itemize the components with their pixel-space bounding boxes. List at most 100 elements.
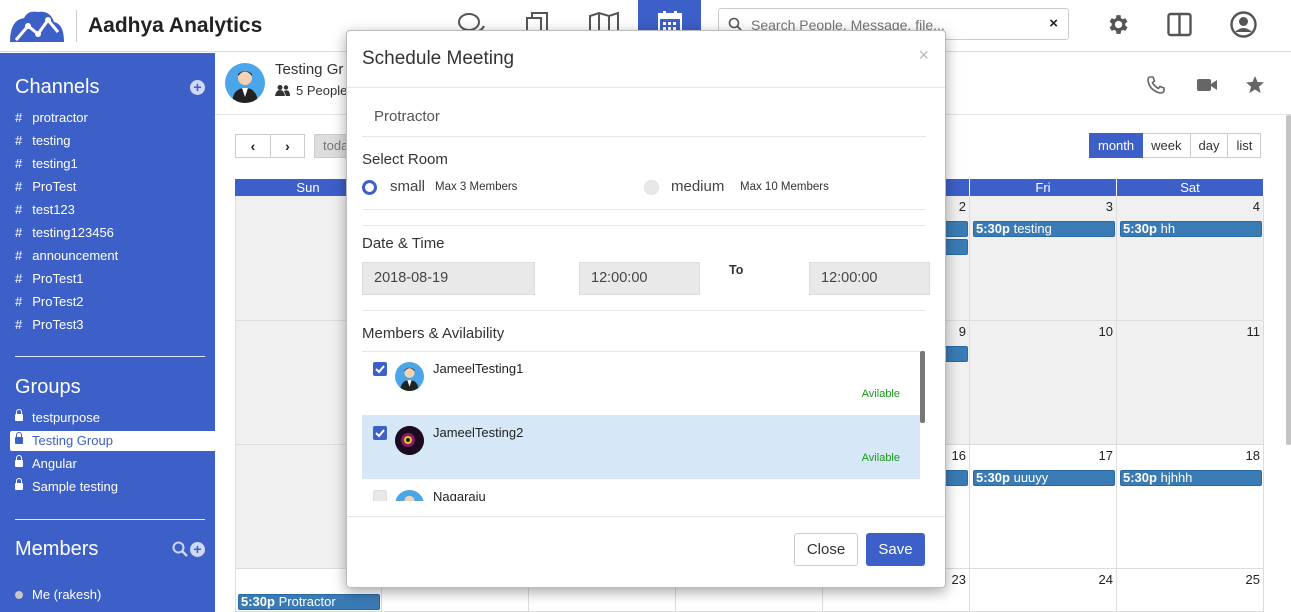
room-medium-label[interactable]: medium — [671, 178, 724, 195]
member-availability: Avilable — [861, 388, 900, 400]
view-week-button[interactable]: week — [1143, 133, 1191, 158]
member-name: JameelTesting2 — [433, 425, 524, 440]
channel-item[interactable]: # announcement — [15, 246, 118, 266]
room-small-label[interactable]: small — [390, 178, 425, 195]
phone-icon[interactable] — [1146, 75, 1166, 95]
lock-icon — [15, 478, 23, 490]
view-switcher: month week day list — [1089, 133, 1262, 158]
members-scrollbar[interactable] — [920, 351, 925, 423]
search-icon — [728, 17, 742, 31]
layout-icon[interactable] — [1167, 12, 1192, 37]
video-icon[interactable] — [1196, 75, 1218, 95]
calendar-day-cell[interactable]: 24 — [970, 569, 1117, 612]
member-checkbox[interactable] — [373, 426, 387, 440]
group-item-active[interactable]: Testing Group — [10, 431, 215, 451]
gear-icon[interactable] — [1105, 12, 1130, 37]
channel-item[interactable]: # ProTest2 — [15, 292, 84, 312]
calendar-day-cell[interactable]: 18 — [1117, 445, 1264, 569]
room-small-radio[interactable] — [362, 180, 377, 195]
calendar-header-fri: Fri — [970, 179, 1117, 196]
calendar-day-cell[interactable]: 10 — [970, 321, 1117, 445]
calendar-event[interactable]: 5:30p testing — [973, 221, 1115, 237]
view-list-button[interactable]: list — [1228, 133, 1262, 158]
search-members-icon[interactable] — [172, 541, 188, 557]
member-availability: Avilable — [861, 452, 900, 464]
avatar — [395, 362, 424, 391]
modal-divider — [362, 225, 926, 226]
member-item[interactable]: Me (rakesh) — [15, 585, 101, 605]
avatar — [395, 426, 424, 455]
to-label: To — [729, 263, 744, 277]
group-item[interactable]: Angular — [15, 454, 77, 474]
sidebar-divider — [15, 356, 205, 357]
channel-item[interactable]: # testing1 — [15, 154, 78, 174]
member-row[interactable]: JameelTesting2 Avilable — [362, 415, 920, 479]
calendar-day-cell[interactable]: 4 — [1117, 196, 1264, 321]
close-button[interactable]: Close — [794, 533, 858, 566]
channel-item[interactable]: # protractor — [15, 108, 88, 128]
status-dot-icon — [15, 591, 23, 599]
lock-icon — [15, 409, 23, 421]
calendar-event[interactable]: 5:30p uuuyy — [973, 470, 1115, 486]
channel-item[interactable]: # ProTest3 — [15, 315, 84, 335]
channel-item[interactable]: # ProTest — [15, 177, 76, 197]
members-title: Members — [15, 538, 99, 560]
calendar-event[interactable]: 5:30p Protractor — [238, 594, 380, 610]
room-medium-radio[interactable] — [644, 180, 659, 195]
member-row[interactable]: Nagaraju — [362, 479, 920, 501]
modal-title: Schedule Meeting — [362, 48, 515, 69]
group-avatar — [225, 63, 265, 103]
view-month-button[interactable]: month — [1089, 133, 1144, 158]
date-time-label: Date & Time — [362, 235, 445, 252]
check-icon — [375, 429, 385, 438]
calendar-day-cell[interactable]: 11 — [1117, 321, 1264, 445]
sidebar-divider — [15, 519, 205, 520]
lock-icon — [15, 432, 23, 444]
prev-month-button[interactable]: ‹ — [235, 134, 271, 158]
channel-item[interactable]: # testing — [15, 131, 71, 151]
calendar-day-cell[interactable]: 3 — [970, 196, 1117, 321]
channel-item[interactable]: # test123 — [15, 200, 75, 220]
modal-divider — [347, 516, 945, 517]
meeting-subject[interactable]: Protractor — [374, 108, 440, 125]
calendar-header-sat: Sat — [1117, 179, 1264, 196]
calendar-event[interactable]: 5:30p hjhhh — [1120, 470, 1262, 486]
star-icon[interactable] — [1245, 75, 1265, 95]
calendar-event[interactable]: 5:30p hh — [1120, 221, 1262, 237]
user-icon[interactable] — [1230, 11, 1257, 38]
avatar — [395, 490, 424, 501]
sidebar: Channels + # protractor # testing # testing… — [0, 53, 215, 612]
member-checkbox[interactable] — [373, 490, 387, 501]
save-button[interactable]: Save — [866, 533, 925, 566]
channels-title: Channels — [15, 76, 100, 98]
modal-close-icon[interactable]: × — [918, 45, 929, 66]
room-medium-capacity: Max 10 Members — [740, 181, 829, 193]
room-small-capacity: Max 3 Members — [435, 181, 518, 193]
schedule-meeting-modal: Schedule Meeting × Protractor Select Roo… — [346, 30, 946, 588]
start-time-field[interactable]: 12:00:00 — [579, 262, 700, 295]
add-member-icon[interactable]: + — [190, 542, 205, 557]
member-row[interactable]: JameelTesting1 Avilable — [362, 351, 920, 415]
modal-divider — [347, 87, 945, 88]
date-field[interactable]: 2018-08-19 — [362, 262, 535, 295]
members-availability-label: Members & Avilability — [362, 325, 505, 342]
channel-people-count[interactable]: 5 People — [275, 83, 347, 98]
modal-divider — [362, 310, 926, 311]
member-name: Nagaraju — [433, 489, 486, 501]
channel-item[interactable]: # ProTest1 — [15, 269, 84, 289]
clear-search-icon[interactable]: × — [1049, 15, 1058, 32]
people-icon — [275, 85, 290, 96]
modal-divider — [362, 136, 926, 137]
logo-divider — [76, 10, 77, 42]
channel-item[interactable]: # testing123456 — [15, 223, 114, 243]
add-channel-icon[interactable]: + — [190, 80, 205, 95]
end-time-field[interactable]: 12:00:00 — [809, 262, 930, 295]
next-month-button[interactable]: › — [270, 134, 305, 158]
member-checkbox[interactable] — [373, 362, 387, 376]
calendar-day-cell[interactable]: 17 — [970, 445, 1117, 569]
group-item[interactable]: Sample testing — [15, 477, 118, 497]
page-scrollbar[interactable] — [1286, 115, 1291, 445]
group-item[interactable]: testpurpose — [15, 408, 100, 428]
calendar-day-cell[interactable]: 25 — [1117, 569, 1264, 612]
view-day-button[interactable]: day — [1190, 133, 1229, 158]
